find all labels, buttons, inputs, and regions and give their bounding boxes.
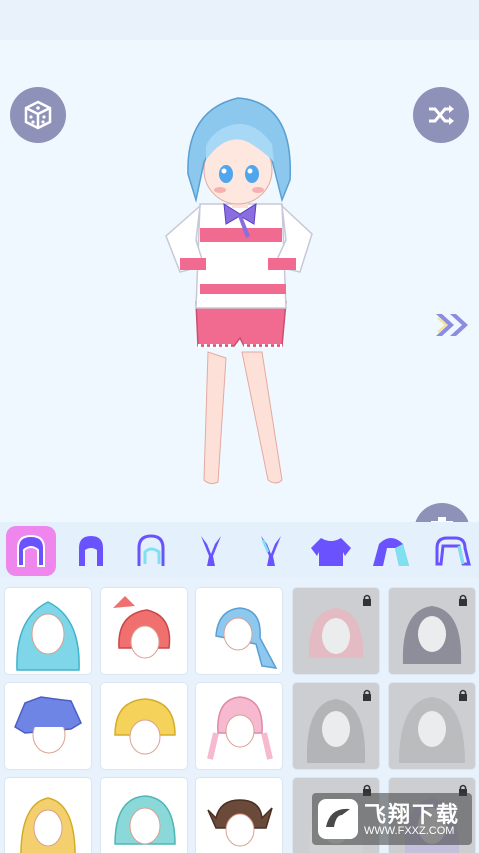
- hair-item[interactable]: [101, 778, 187, 853]
- lock-icon: [459, 594, 467, 606]
- shuffle-icon: [429, 105, 454, 125]
- hair-item-locked[interactable]: [293, 683, 379, 769]
- hair-item[interactable]: [5, 588, 91, 674]
- hair-item[interactable]: [196, 683, 282, 769]
- category-tabs: [0, 522, 479, 578]
- hair-thumbnail: [215, 607, 278, 669]
- dice-icon: [24, 100, 52, 130]
- shirt-icon: [311, 538, 351, 566]
- tab-headwear[interactable]: [426, 526, 476, 576]
- ears-outline-icon: [261, 536, 281, 566]
- lock-icon: [459, 689, 467, 701]
- lock-icon: [363, 689, 371, 701]
- long-hair-icon: [373, 538, 409, 566]
- hair-item[interactable]: [5, 778, 91, 853]
- lock-icon: [363, 594, 371, 606]
- hair-thumbnail: [14, 696, 82, 754]
- tab-ears[interactable]: [186, 526, 236, 576]
- shuffle-button[interactable]: [413, 87, 469, 143]
- headwear-icon: [435, 536, 471, 566]
- hair-item-locked[interactable]: [389, 683, 475, 769]
- hair-item[interactable]: [5, 683, 91, 769]
- tab-hair-front[interactable]: [126, 526, 176, 576]
- tab-top[interactable]: [306, 526, 356, 576]
- hair-item-locked[interactable]: [293, 588, 379, 674]
- tab-hair-full[interactable]: [6, 526, 56, 576]
- tab-hair-back[interactable]: [66, 526, 116, 576]
- bunny-ears-icon: [201, 536, 221, 566]
- tab-ears-outline[interactable]: [246, 526, 296, 576]
- status-bar: [0, 0, 479, 40]
- next-arrow-icon[interactable]: [432, 310, 472, 340]
- watermark: 飞翔下载 WWW.FXXZ.COM: [312, 793, 472, 845]
- hair-thumbnail: [207, 696, 273, 760]
- tab-outer-hair[interactable]: [366, 526, 416, 576]
- hair-item[interactable]: [101, 683, 187, 769]
- hair-item[interactable]: [101, 588, 187, 674]
- hair-thumbnail: [114, 795, 176, 845]
- hair-front-icon: [137, 534, 165, 566]
- character-stage: [0, 40, 479, 559]
- character-figure: [165, 97, 313, 485]
- hair-thumbnail: [16, 601, 80, 671]
- hair-thumbnail: [113, 596, 171, 659]
- random-dice-button[interactable]: [10, 87, 66, 143]
- hair-full-icon: [17, 534, 45, 567]
- hair-thumbnail: [207, 799, 273, 847]
- hair-item[interactable]: [196, 778, 282, 853]
- hair-item-locked[interactable]: [389, 588, 475, 674]
- hair-thumbnail: [114, 698, 176, 755]
- hair-item[interactable]: [196, 588, 282, 674]
- watermark-url: WWW.FXXZ.COM: [364, 825, 455, 837]
- hair-back-icon: [79, 536, 103, 566]
- hair-thumbnail: [20, 797, 76, 853]
- watermark-logo-icon: [318, 799, 358, 839]
